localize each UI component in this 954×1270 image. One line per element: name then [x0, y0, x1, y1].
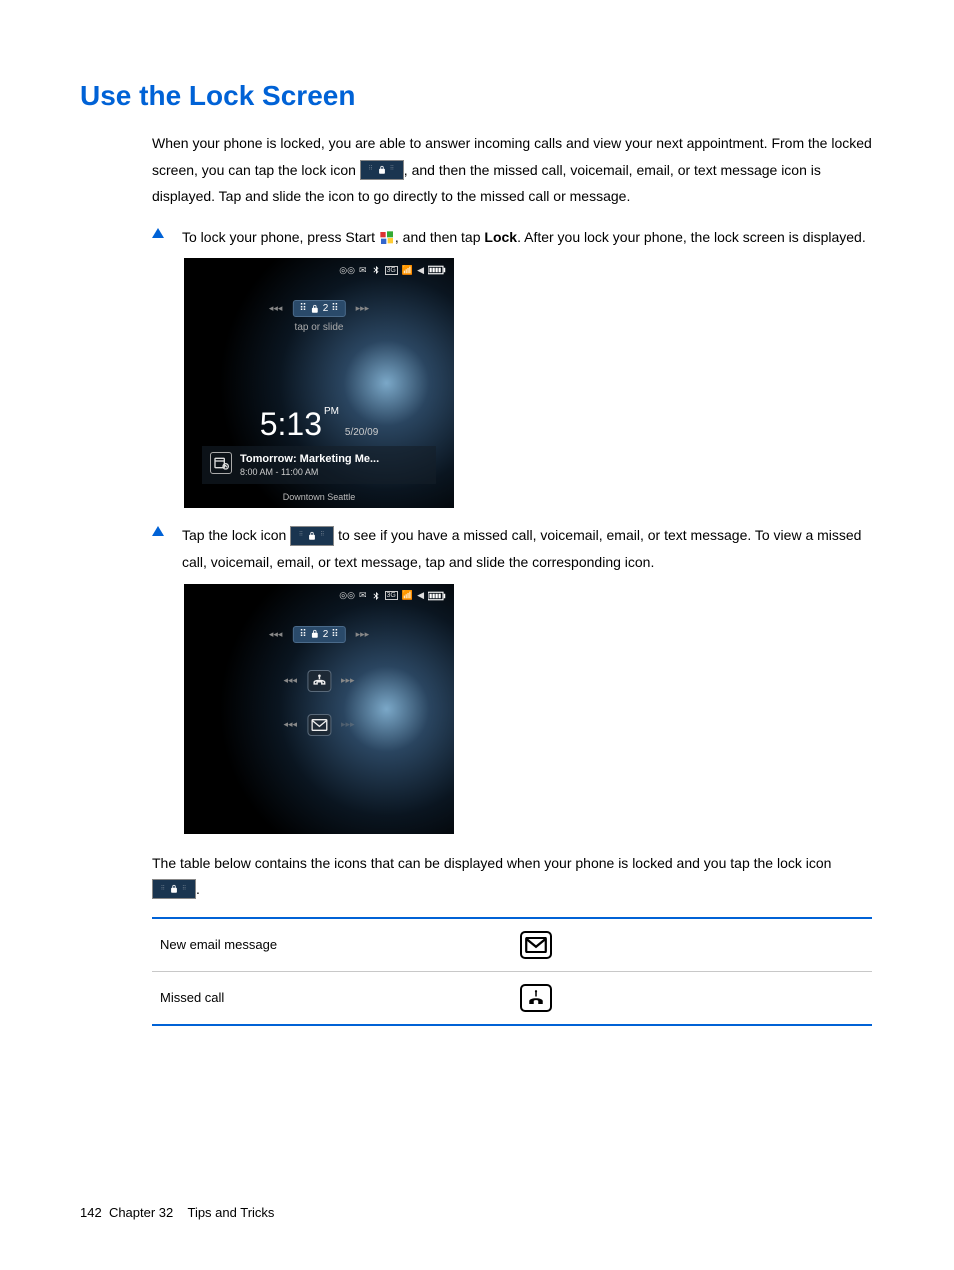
table-row: Missed call [152, 971, 872, 1025]
appointment-time: 8:00 AM - 11:00 AM [240, 467, 379, 479]
arrow-right-icon: ▸▸▸ [341, 719, 355, 730]
table-icon-cell [512, 918, 872, 972]
voicemail-icon: ◎◎ [339, 265, 355, 276]
tap-or-slide-label: tap or slide [295, 322, 344, 333]
lock-badge: ⠿ 2 ⠿ [292, 626, 345, 643]
3g-icon: 3G [385, 591, 398, 600]
table-label: Missed call [152, 971, 512, 1025]
lock-slider: ◂◂◂ ⠿ 2 ⠿ ▸▸▸ [269, 626, 369, 643]
table-label: New email message [152, 918, 512, 972]
bullet1-lock-word: Lock [484, 229, 517, 245]
start-icon [379, 230, 395, 246]
appointment-location: Downtown Seattle [184, 492, 454, 502]
bullet-triangle-icon [152, 228, 164, 238]
bullet1-text-b: , and then tap [395, 229, 485, 245]
email-slider: ◂◂◂ ▸▸▸ [283, 714, 354, 736]
table-icon-cell [512, 971, 872, 1025]
lock-badge-count: 2 [323, 303, 329, 314]
arrow-right-icon: ▸▸▸ [341, 675, 355, 686]
intro-paragraph: When your phone is locked, you are able … [152, 130, 874, 210]
lock-slider: ◂◂◂ ⠿ 2 ⠿ ▸▸▸ [269, 300, 369, 317]
arrow-left-icon: ◂◂◂ [269, 303, 283, 314]
lock-icon: ⠿ ⠿ [290, 526, 334, 546]
clock-time: 5:13 [260, 406, 322, 443]
battery-icon [428, 265, 446, 275]
clock-ampm: PM [324, 406, 339, 417]
volume-icon: ◀ [417, 590, 424, 601]
status-bar: ◎◎ ✉ 3G 📶 ◀ [339, 264, 446, 276]
missed-call-slider: ◂◂◂ ▸▸▸ [283, 670, 354, 692]
bluetooth-icon [371, 264, 381, 276]
battery-icon [428, 591, 446, 601]
status-bar: ◎◎ ✉ 3G 📶 ◀ [339, 590, 446, 602]
bullet-triangle-icon [152, 526, 164, 536]
clock-date: 5/20/09 [345, 427, 378, 438]
volume-icon: ◀ [417, 265, 424, 276]
page-footer: 142 Chapter 32 Tips and Tricks [80, 1205, 274, 1220]
arrow-right-icon: ▸▸▸ [356, 629, 370, 640]
bullet1-text-a: To lock your phone, press Start [182, 229, 379, 245]
signal-icon: 📶 [402, 590, 413, 601]
signal-icon: 📶 [402, 265, 413, 276]
appointment-card: Tomorrow: Marketing Me... 8:00 AM - 11:0… [202, 446, 436, 484]
lockscreen-screenshot-1: ◎◎ ✉ 3G 📶 ◀ ◂◂◂ ⠿ 2 ⠿ ▸▸▸ tap or slide 5… [184, 258, 874, 508]
arrow-left-icon: ◂◂◂ [283, 675, 297, 686]
envelope-icon: ✉ [359, 590, 367, 601]
clock: 5:13PM 5/20/09 [184, 406, 454, 443]
appointment-title: Tomorrow: Marketing Me... [240, 452, 379, 466]
page-heading: Use the Lock Screen [80, 80, 874, 112]
lock-icon: ⠿ ⠿ [360, 160, 404, 180]
icon-table: New email message Missed call [152, 917, 872, 1026]
bluetooth-icon [371, 590, 381, 602]
bullet2-text-a: Tap the lock icon [182, 527, 290, 543]
3g-icon: 3G [385, 266, 398, 275]
arrow-left-icon: ◂◂◂ [269, 629, 283, 640]
footer-title: Tips and Tricks [187, 1205, 274, 1220]
footer-chapter: Chapter 32 [109, 1205, 173, 1220]
envelope-icon: ✉ [359, 265, 367, 276]
post-text-b: . [196, 881, 200, 897]
arrow-left-icon: ◂◂◂ [283, 719, 297, 730]
email-icon [307, 714, 331, 736]
lock-badge-count: 2 [323, 629, 329, 640]
bullet-item-1: To lock your phone, press Start , and th… [152, 224, 874, 251]
missed-call-icon [307, 670, 331, 692]
lock-badge: ⠿ 2 ⠿ [292, 300, 345, 317]
arrow-right-icon: ▸▸▸ [356, 303, 370, 314]
lockscreen-screenshot-2: ◎◎ ✉ 3G 📶 ◀ ◂◂◂ ⠿ 2 ⠿ ▸▸▸ ◂◂◂ ▸▸▸ [184, 584, 874, 834]
calendar-icon [210, 452, 232, 474]
table-row: New email message [152, 918, 872, 972]
post-paragraph: The table below contains the icons that … [152, 850, 874, 903]
email-icon [520, 931, 552, 959]
bullet-item-2: Tap the lock icon ⠿ ⠿ to see if you have… [152, 522, 874, 575]
bullet1-text-c: . After you lock your phone, the lock sc… [517, 229, 866, 245]
voicemail-icon: ◎◎ [339, 590, 355, 601]
post-text-a: The table below contains the icons that … [152, 855, 831, 871]
lock-icon: ⠿ ⠿ [152, 879, 196, 899]
missed-call-icon [520, 984, 552, 1012]
footer-page: 142 [80, 1205, 102, 1220]
